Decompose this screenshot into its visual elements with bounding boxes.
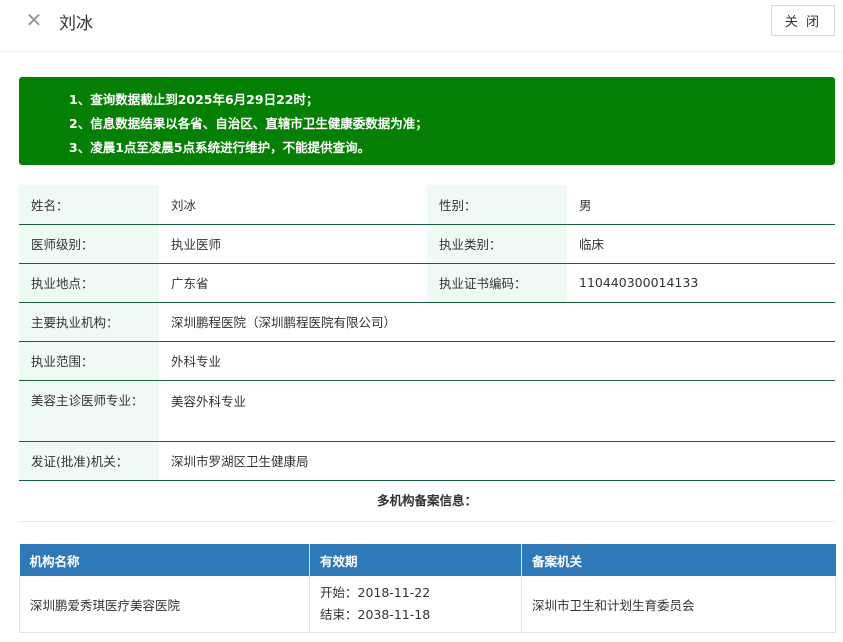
gender-value: 男 xyxy=(567,185,835,225)
record-org: 深圳鹏爱秀琪医疗美容医院 xyxy=(19,576,310,633)
record-validity: 开始：2018-11-22 结束：2038-11-18 xyxy=(309,576,522,633)
dialog-title: 刘冰 xyxy=(59,14,93,34)
records-table: 机构名称 有效期 备案机关 深圳鹏爱秀琪医疗美容医院 开始：2018-11-22… xyxy=(19,544,836,633)
notice-line: 1、查询数据截止到2025年6月29日22时； xyxy=(69,92,319,107)
close-icon[interactable]: ✕ xyxy=(24,10,44,30)
category-label: 执业类别： xyxy=(427,224,567,264)
info-row: 医师级别： 执业医师 执业类别： 临床 xyxy=(19,224,835,264)
beauty-value: 美容外科专业 xyxy=(159,380,835,442)
records-title: 多机构备案信息： xyxy=(19,480,835,522)
info-row: 主要执业机构： 深圳鹏程医院（深圳鹏程医院有限公司） xyxy=(19,302,835,342)
close-button[interactable]: 关 闭 xyxy=(771,5,835,36)
notice-line: 3、凌晨1点至凌晨5点系统进行维护，不能提供查询。 xyxy=(69,140,371,155)
record-authority: 深圳市卫生和计划生育委员会 xyxy=(521,576,836,633)
gender-label: 性别： xyxy=(427,185,567,225)
cert-label: 执业证书编码： xyxy=(427,263,567,303)
level-label: 医师级别： xyxy=(19,224,159,264)
beauty-label: 美容主诊医师专业： xyxy=(19,380,159,442)
issuer-value: 深圳市罗湖区卫生健康局 xyxy=(159,441,835,481)
category-value: 临床 xyxy=(567,224,835,264)
info-row: 姓名： 刘冰 性别： 男 xyxy=(19,185,835,225)
issuer-label: 发证(批准)机关： xyxy=(19,441,159,481)
info-row: 执业范围： 外科专业 xyxy=(19,341,835,381)
dialog-header: ✕ 刘冰 关 闭 xyxy=(0,0,843,52)
org-value: 深圳鹏程医院（深圳鹏程医院有限公司） xyxy=(159,302,835,342)
column-header-validity: 有效期 xyxy=(309,544,522,576)
notice-banner: 1、查询数据截止到2025年6月29日22时； 2、信息数据结果以各省、自治区、… xyxy=(19,77,835,165)
record-start: 开始：2018-11-22 xyxy=(320,585,431,600)
name-value: 刘冰 xyxy=(159,185,427,225)
record-end: 结束：2038-11-18 xyxy=(320,607,431,622)
records-header-row: 机构名称 有效期 备案机关 xyxy=(19,544,836,576)
scope-label: 执业范围： xyxy=(19,341,159,381)
info-row: 美容主诊医师专业： 美容外科专业 xyxy=(19,380,835,442)
location-label: 执业地点： xyxy=(19,263,159,303)
level-value: 执业医师 xyxy=(159,224,427,264)
doctor-info-table: 姓名： 刘冰 性别： 男 医师级别： 执业医师 执业类别： 临床 执业地点： 广… xyxy=(19,185,835,481)
name-label: 姓名： xyxy=(19,185,159,225)
cert-value: 110440300014133 xyxy=(567,263,835,303)
info-row: 执业地点： 广东省 执业证书编码： 110440300014133 xyxy=(19,263,835,303)
column-header-org: 机构名称 xyxy=(19,544,310,576)
column-header-authority: 备案机关 xyxy=(521,544,836,576)
org-label: 主要执业机构： xyxy=(19,302,159,342)
info-row: 发证(批准)机关： 深圳市罗湖区卫生健康局 xyxy=(19,441,835,481)
notice-line: 2、信息数据结果以各省、自治区、直辖市卫生健康委数据为准； xyxy=(69,116,428,131)
scope-value: 外科专业 xyxy=(159,341,835,381)
table-row: 深圳鹏爱秀琪医疗美容医院 开始：2018-11-22 结束：2038-11-18… xyxy=(19,576,836,633)
location-value: 广东省 xyxy=(159,263,427,303)
